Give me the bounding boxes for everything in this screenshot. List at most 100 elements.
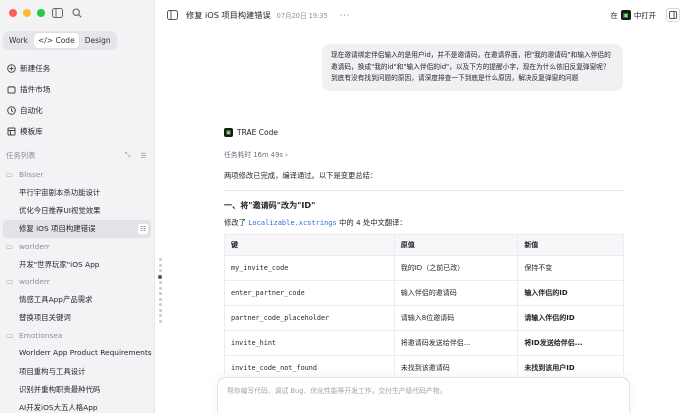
mode-code[interactable]: </> Code xyxy=(34,33,79,48)
task-elapsed-link[interactable]: 任务耗时 16m 49s › xyxy=(224,149,288,159)
nav-label: 插件市场 xyxy=(20,85,51,94)
code-icon: </> xyxy=(38,36,56,45)
nav-new-task[interactable]: 新建任务 xyxy=(3,58,151,79)
nav-label: 新建任务 xyxy=(20,64,51,73)
sidebar: Work </> Code Design 新建任务 插件市场 自动化 模板库 任… xyxy=(0,0,155,413)
cell-key: invite_code_not_found xyxy=(224,355,395,374)
collapse-icon[interactable]: ⤡ xyxy=(123,151,132,160)
trae-logo-icon: ▣ xyxy=(224,128,233,137)
nav-automation[interactable]: 自动化 xyxy=(3,100,151,121)
task-item[interactable]: 平行宇宙剧本杀功能设计 xyxy=(3,183,151,201)
column-header: 原值 xyxy=(393,234,519,256)
task-item[interactable]: AI开发iOS大五人格App xyxy=(3,399,151,413)
nav-templates[interactable]: 模板库 xyxy=(3,121,151,142)
open-in-button[interactable]: 在 ▣ 中打开 xyxy=(610,10,656,21)
cell-key: enter_partner_code xyxy=(224,280,395,306)
task-item-label: 优化今日推荐UI视觉效果 xyxy=(19,205,101,215)
cell-new: 将ID发送给伴侣... xyxy=(517,330,624,356)
table-row: invite_code_not_found 未找到该邀请码 未找到该用户ID xyxy=(224,355,624,374)
cell-old: 请输入8位邀请码 xyxy=(393,305,519,331)
task-group-name: Blisser xyxy=(19,170,44,179)
window-controls xyxy=(9,9,45,17)
task-group-name: worlderr xyxy=(19,241,50,251)
cell-old: 输入伴侣的邀请码 xyxy=(393,280,519,306)
task-item-label: 项目重构与工具设计 xyxy=(19,366,86,376)
nav-label: 模板库 xyxy=(20,127,43,136)
task-item[interactable]: 识别并重构职责最种代码 xyxy=(3,380,151,398)
agent-header: ▣ TRAE Code xyxy=(224,128,278,137)
task-item-label: 平行宇宙剧本杀功能设计 xyxy=(19,187,101,197)
changes-table: 键 原值 新值 my_invite_code 我的ID（之前已改） 保持不变 e… xyxy=(224,234,624,374)
task-group[interactable]: ▭ worlderr xyxy=(3,273,151,290)
table-row: partner_code_placeholder 请输入8位邀请码 请输入伴侣的… xyxy=(224,305,624,331)
open-label: 中打开 xyxy=(633,10,656,20)
more-options-button[interactable]: ··· xyxy=(340,11,351,20)
open-prefix: 在 xyxy=(610,10,618,20)
task-list: ▭ Blisser 平行宇宙剧本杀功能设计 优化今日推荐UI视觉效果 修复 iOS… xyxy=(3,166,152,413)
task-options-icon[interactable]: ☷ xyxy=(138,223,148,234)
summary-text: 两项修改已完成，编译通过。以下是变更总结： xyxy=(224,171,378,180)
file-link[interactable]: Localizable.xcstrings xyxy=(248,219,337,227)
layout-toggle-icon[interactable] xyxy=(666,8,680,22)
folder-icon: ▭ xyxy=(6,277,14,287)
task-item-label: 修复 iOS 项目构建错误 xyxy=(19,224,96,234)
task-item[interactable]: 替换项目关键词 xyxy=(3,308,151,326)
task-item-label: 情感工具App产品需求 xyxy=(19,294,93,304)
table-row: enter_partner_code 输入伴侣的邀请码 输入伴侣的ID xyxy=(224,280,624,306)
task-item[interactable]: 情感工具App产品需求 xyxy=(3,290,151,308)
search-icon[interactable] xyxy=(70,6,84,20)
task-item-active[interactable]: 修复 iOS 项目构建错误 ☷ xyxy=(3,219,151,238)
mode-design[interactable]: Design xyxy=(81,33,115,48)
task-item-label: 替换项目关键词 xyxy=(19,313,71,323)
folder-icon: ▭ xyxy=(6,330,14,340)
cell-new: 输入伴侣的ID xyxy=(517,280,624,306)
task-group-name: worlderr xyxy=(19,277,50,287)
task-group[interactable]: ▭ Emotionsea xyxy=(3,327,151,344)
cell-key: my_invite_code xyxy=(224,255,395,281)
mode-code-label: Code xyxy=(55,36,75,45)
main-panel: 修复 iOS 项目构建错误 07月20日 19:35 ··· 在 ▣ 中打开 现… xyxy=(156,0,690,413)
main-header: 修复 iOS 项目构建错误 07月20日 19:35 ··· 在 ▣ 中打开 xyxy=(156,0,690,30)
nav-plugin-market[interactable]: 插件市场 xyxy=(3,79,151,100)
template-icon xyxy=(6,127,16,137)
task-item-label: Worlderr App Product Requirements xyxy=(19,348,152,358)
cell-old: 未找到该邀请码 xyxy=(393,355,519,374)
chat-input-placeholder: 帮你编写代码、调试 Bug、优化性能等开发工作，交付生产级代码产物。 xyxy=(227,387,447,395)
task-item[interactable]: 项目重构与工具设计 xyxy=(3,362,151,380)
task-date: 07月20日 19:35 xyxy=(276,12,328,20)
panel-toggle-icon[interactable] xyxy=(166,9,178,21)
automation-icon xyxy=(6,106,16,116)
task-group[interactable]: ▭ Blisser xyxy=(3,166,151,183)
mode-switcher: Work </> Code Design xyxy=(3,31,117,50)
task-item[interactable]: 开发"世界玩家"iOS App xyxy=(3,255,151,273)
chat-input[interactable]: 帮你编写代码、调试 Bug、优化性能等开发工作，交付生产级代码产物。 xyxy=(217,377,630,413)
modified-prefix: 修改了 xyxy=(224,218,246,227)
page-title: 修复 iOS 项目构建错误 xyxy=(186,10,271,20)
table-row: invite_hint 将邀请码发送给伴侣... 将ID发送给伴侣... xyxy=(224,330,624,356)
filter-icon[interactable]: ☰ xyxy=(139,151,148,160)
cell-key: partner_code_placeholder xyxy=(224,305,395,331)
close-window-button[interactable] xyxy=(9,9,17,17)
minimize-window-button[interactable] xyxy=(23,9,31,17)
task-list-title: 任务列表 xyxy=(6,151,36,160)
task-item[interactable]: Worlderr App Product Requirements xyxy=(3,344,152,362)
task-item-label: 开发"世界玩家"iOS App xyxy=(19,259,100,269)
changes-table-container: 键 原值 新值 my_invite_code 我的ID（之前已改） 保持不变 e… xyxy=(224,234,624,374)
sidebar-toggle-icon[interactable] xyxy=(50,6,64,20)
task-item-label: 识别并重构职责最种代码 xyxy=(19,385,101,395)
maximize-window-button[interactable] xyxy=(37,9,45,17)
plus-circle-icon xyxy=(6,64,16,74)
task-item[interactable]: 优化今日推荐UI视觉效果 xyxy=(3,201,151,219)
cell-old: 我的ID（之前已改） xyxy=(393,255,519,281)
mode-work[interactable]: Work xyxy=(5,33,32,48)
modified-suffix: 中的 4 处中文翻译： xyxy=(339,218,407,227)
nav-label: 自动化 xyxy=(20,106,43,115)
sidebar-nav: 新建任务 插件市场 自动化 模板库 xyxy=(3,58,151,142)
task-group[interactable]: ▭ worlderr xyxy=(3,238,151,255)
user-message-bubble: 现在邀请绑定伴侣输入的是用户id，并不是邀请码，在邀请界面，把"我的邀请码"和输… xyxy=(322,44,623,91)
cell-key: invite_hint xyxy=(224,330,395,356)
app-window: Work </> Code Design 新建任务 插件市场 自动化 模板库 任… xyxy=(0,0,690,413)
section-heading: 一、将"邀请码"改为"ID" xyxy=(224,200,316,210)
agent-name: TRAE Code xyxy=(237,128,278,137)
task-item-label: AI开发iOS大五人格App xyxy=(19,403,98,413)
